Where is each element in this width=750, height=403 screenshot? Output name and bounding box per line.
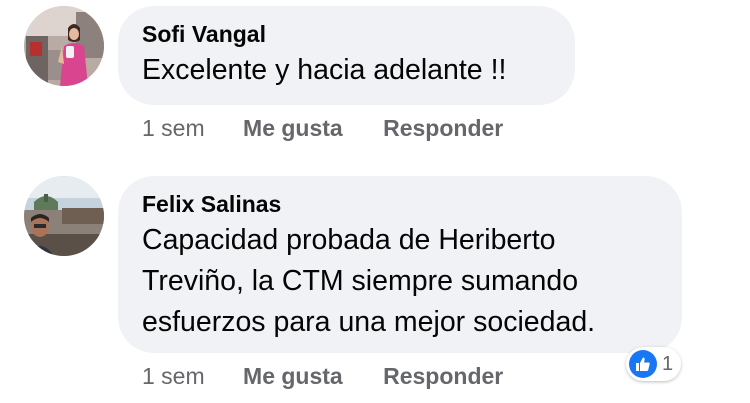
comment-author[interactable]: Sofi Vangal [142, 20, 551, 48]
comment-text: Excelente y hacia adelante !! [142, 54, 507, 86]
comment-author[interactable]: Felix Salinas [142, 190, 658, 218]
reaction-summary[interactable]: 1 [626, 347, 682, 381]
avatar[interactable] [24, 176, 104, 256]
like-button[interactable]: Me gusta [243, 114, 343, 142]
like-button[interactable]: Me gusta [243, 362, 343, 390]
reply-button[interactable]: Responder [383, 114, 503, 142]
avatar[interactable] [24, 6, 104, 86]
profile-photo [24, 6, 104, 86]
reply-button[interactable]: Responder [383, 362, 503, 390]
comment-actions: 1 sem Me gusta Responder [142, 362, 537, 390]
comment-text: Capacidad probada de Heriberto Treviño, … [142, 224, 596, 338]
comment-timestamp[interactable]: 1 sem [142, 362, 205, 390]
reaction-count: 1 [662, 352, 674, 375]
thumbs-up-icon [629, 350, 657, 378]
comment-bubble: Felix Salinas Capacidad probada de Herib… [118, 176, 682, 353]
comment-timestamp[interactable]: 1 sem [142, 114, 205, 142]
comment-bubble: Sofi Vangal Excelente y hacia adelante !… [118, 6, 575, 105]
comment-actions: 1 sem Me gusta Responder [142, 114, 537, 142]
profile-photo [24, 176, 104, 256]
